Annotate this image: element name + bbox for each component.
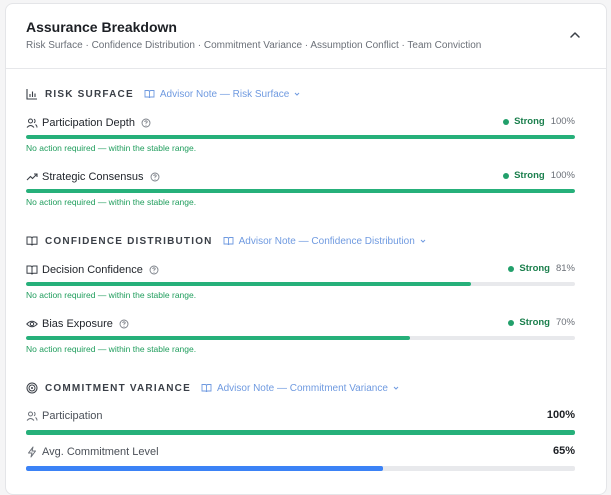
card-subtitle: Risk Surface · Confidence Distribution ·… [26, 40, 482, 51]
progress-bar [26, 430, 575, 435]
metric-decision-confidence: Decision Confidence Strong 81% No action… [26, 262, 575, 300]
assurance-card: Assurance Breakdown Risk Surface · Confi… [5, 3, 607, 495]
progress-bar [26, 135, 575, 139]
metric-note: No action required — within the stable r… [26, 344, 197, 354]
metric-participation-depth: Participation Depth Strong 100% No actio… [26, 115, 575, 153]
users-icon [26, 117, 38, 129]
status-badge: Strong [514, 116, 545, 127]
target-icon [26, 382, 38, 394]
users-icon [26, 410, 38, 422]
metric-status: Strong 81% [508, 263, 575, 274]
metric-label: Strategic Consensus [42, 171, 144, 183]
metric-avg-commitment-level: Avg. Commitment Level 65% [26, 444, 575, 471]
section-title: RISK SURFACE [45, 88, 134, 100]
section-risk-surface: RISK SURFACE Advisor Note — Risk Surface… [26, 86, 575, 207]
progress-fill [26, 189, 575, 193]
chevron-up-icon[interactable] [568, 28, 582, 42]
section-commitment-variance: COMMITMENT VARIANCE Advisor Note — Commi… [26, 380, 575, 471]
book-icon [144, 90, 155, 99]
chevron-down-icon [295, 92, 300, 96]
card-title: Assurance Breakdown [26, 19, 177, 35]
metric-bias-exposure: Bias Exposure Strong 70% No action requi… [26, 316, 575, 354]
progress-bar [26, 336, 575, 340]
metric-participation: Participation 100% [26, 408, 575, 435]
progress-bar [26, 282, 575, 286]
status-badge: Strong [519, 263, 550, 274]
progress-bar [26, 189, 575, 193]
section-head: CONFIDENCE DISTRIBUTION Advisor Note — C… [26, 233, 575, 249]
progress-fill [26, 336, 411, 340]
advisor-note-confidence-distribution[interactable]: Advisor Note — Confidence Distribution [223, 236, 432, 247]
metric-label: Participation [42, 410, 103, 422]
metric-note: No action required — within the stable r… [26, 143, 197, 153]
progress-fill [26, 466, 383, 471]
metric-status: Strong 100% [503, 116, 575, 127]
help-circle-icon[interactable] [141, 118, 151, 128]
section-confidence-distribution: CONFIDENCE DISTRIBUTION Advisor Note — C… [26, 233, 575, 354]
book-open-icon [26, 235, 38, 247]
progress-bar [26, 466, 575, 471]
section-head: COMMITMENT VARIANCE Advisor Note — Commi… [26, 380, 575, 396]
metric-status: Strong 70% [508, 317, 575, 328]
progress-fill [26, 135, 575, 139]
metric-percent: 81% [555, 263, 575, 274]
help-circle-icon[interactable] [150, 172, 160, 182]
help-circle-icon[interactable] [149, 265, 159, 275]
advisor-note-label: Advisor Note — Commitment Variance [216, 382, 388, 394]
chevron-down-icon [420, 239, 426, 243]
book-icon [201, 384, 212, 393]
card-header[interactable]: Assurance Breakdown Risk Surface · Confi… [6, 4, 606, 69]
metric-status: Strong 100% [503, 170, 575, 181]
book-open-icon [26, 264, 38, 276]
metric-strategic-consensus: Strategic Consensus Strong 100% No actio… [26, 169, 575, 207]
section-title: COMMITMENT VARIANCE [45, 382, 191, 394]
trending-up-icon [26, 171, 38, 183]
metric-label: Decision Confidence [42, 264, 143, 276]
status-dot [508, 319, 515, 326]
status-dot [508, 265, 515, 272]
status-badge: Strong [514, 170, 545, 181]
lightning-icon [26, 446, 38, 458]
metric-label: Participation Depth [42, 117, 135, 129]
section-title: CONFIDENCE DISTRIBUTION [45, 235, 213, 247]
status-dot [503, 118, 510, 125]
metric-percent: 100% [550, 116, 575, 127]
metric-note: No action required — within the stable r… [26, 197, 197, 207]
metric-percent: 70% [555, 317, 575, 328]
progress-fill [26, 282, 471, 286]
metric-percent: 100% [546, 409, 575, 421]
advisor-note-risk-surface[interactable]: Advisor Note — Risk Surface [144, 89, 307, 100]
advisor-note-label: Advisor Note — Risk Surface [159, 88, 290, 100]
book-icon [223, 237, 234, 246]
section-head: RISK SURFACE Advisor Note — Risk Surface [26, 86, 575, 102]
eye-icon [26, 318, 38, 330]
metric-label: Avg. Commitment Level [42, 446, 159, 458]
metric-label: Bias Exposure [42, 318, 113, 330]
metric-note: No action required — within the stable r… [26, 290, 197, 300]
advisor-note-commitment-variance[interactable]: Advisor Note — Commitment Variance [201, 383, 405, 394]
bar-chart-icon [26, 88, 38, 100]
chevron-down-icon [393, 386, 399, 390]
metric-percent: 65% [552, 445, 575, 457]
progress-fill [26, 430, 575, 435]
metric-percent: 100% [550, 170, 575, 181]
status-badge: Strong [519, 317, 550, 328]
status-dot [503, 172, 510, 179]
help-circle-icon[interactable] [119, 319, 129, 329]
advisor-note-label: Advisor Note — Confidence Distribution [238, 235, 415, 247]
